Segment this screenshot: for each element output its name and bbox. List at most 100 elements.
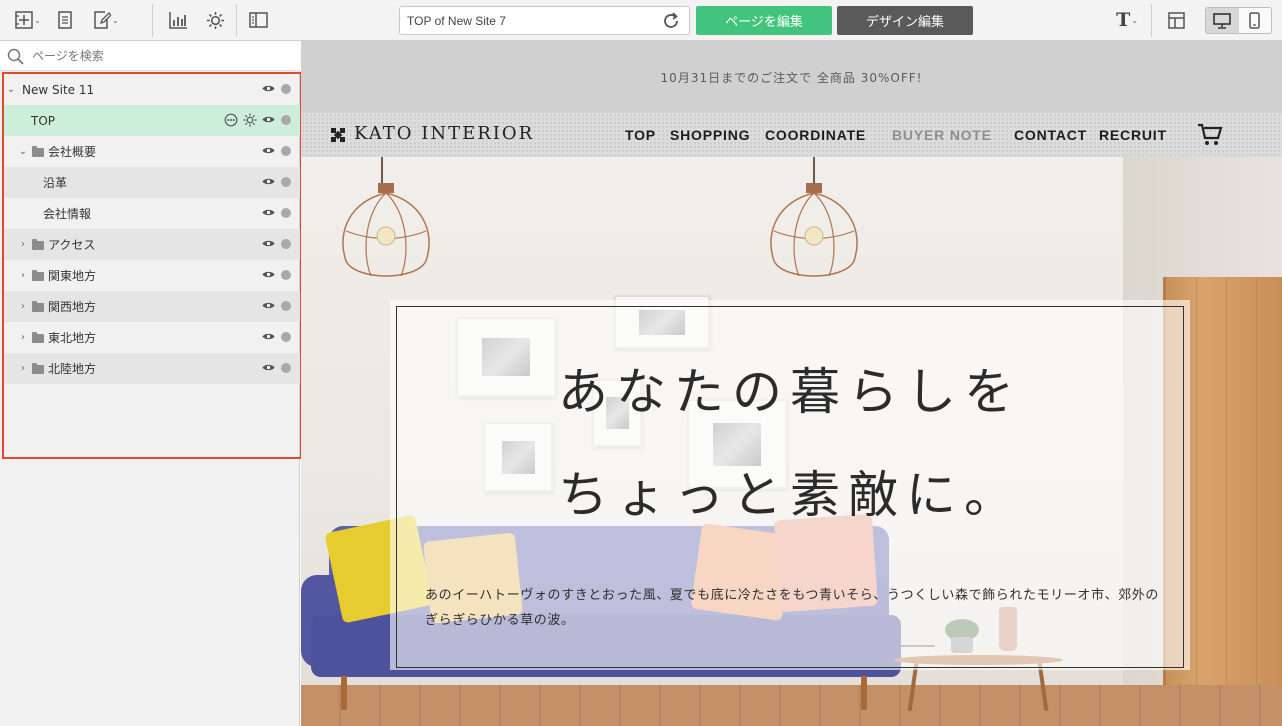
analytics-button[interactable]	[167, 8, 189, 32]
status-dot	[281, 208, 291, 218]
settings-icon	[206, 11, 224, 29]
analytics-icon	[168, 12, 187, 29]
tree-item-folder[interactable]: ⌄ 会社概要	[4, 136, 300, 167]
eye-icon[interactable]	[262, 208, 275, 217]
edit-page-icon	[94, 11, 112, 29]
search-input[interactable]	[32, 47, 292, 65]
chevron-down-icon: ⌄	[112, 15, 119, 25]
eye-icon[interactable]	[262, 115, 275, 124]
text-tool-button[interactable]: T ⌄	[1111, 8, 1143, 32]
eye-icon[interactable]	[262, 146, 275, 155]
folder-icon	[32, 301, 44, 312]
eye-icon[interactable]	[262, 84, 275, 93]
tree-item-folder[interactable]: › 関東地方	[4, 260, 300, 291]
site-logo[interactable]: KATO INTERIOR	[354, 123, 534, 144]
chevron-down-icon[interactable]: ⌄	[18, 146, 28, 157]
add-block-button[interactable]: ⌄	[12, 8, 44, 32]
hero-section: あなたの暮らしを ちょっと素敵に。 あのイーハトーヴォのすきとおった風、夏でも底…	[301, 157, 1282, 726]
folder-icon	[32, 363, 44, 374]
layout-button[interactable]	[1165, 8, 1187, 32]
settings-icon[interactable]	[243, 113, 257, 127]
folder-icon	[32, 332, 44, 343]
layout-icon	[1167, 11, 1185, 29]
chevron-right-icon[interactable]: ›	[18, 301, 28, 312]
page-search	[0, 41, 300, 71]
edit-design-button[interactable]: デザイン編集	[837, 6, 973, 35]
announcement-bar: 10月31日までのご注文で 全商品 30%OFF!	[301, 41, 1282, 113]
tree-item-top[interactable]: TOP	[4, 105, 300, 136]
chevron-down-icon: ⌄	[1131, 15, 1138, 25]
desktop-view-button[interactable]	[1206, 8, 1239, 33]
page-tree: ⌄ New Site 11 TOP ⌄ 会社概要 沿革 会社情報 › アクセス …	[2, 72, 302, 459]
site-header: KATO INTERIOR TOP SHOPPING COORDINATE BU…	[301, 113, 1282, 157]
hero-heading-line1: あなたの暮らしを	[558, 363, 1022, 421]
tree-item-folder[interactable]: › 北陸地方	[4, 353, 300, 384]
nav-recruit[interactable]: RECRUIT	[1099, 127, 1167, 143]
tree-item-label: TOP	[31, 113, 56, 128]
tree-item-label: 関西地方	[48, 300, 97, 314]
tree-item-label: 沿革	[43, 176, 68, 190]
sofa-leg	[861, 676, 867, 710]
chevron-right-icon[interactable]: ›	[18, 270, 28, 281]
tree-item-folder[interactable]: › 関西地方	[4, 291, 300, 322]
edit-page-settings-button[interactable]: ⌄	[91, 8, 121, 32]
eye-icon[interactable]	[262, 363, 275, 372]
cart-icon[interactable]	[1197, 123, 1223, 147]
search-icon	[7, 48, 24, 65]
nav-buyer-note[interactable]: BUYER NOTE	[892, 127, 992, 143]
folder-icon	[32, 146, 44, 157]
app-window: ⌄ ⌄ TOP of New Site 7 ページを編集 デザイン編集 T ⌄	[0, 0, 1282, 726]
tree-item-label: 会社情報	[43, 207, 92, 221]
sidebar-toggle-button[interactable]	[247, 8, 269, 32]
status-dot	[281, 146, 291, 156]
page-icon	[58, 11, 72, 29]
eye-icon[interactable]	[262, 301, 275, 310]
nav-coordinate[interactable]: COORDINATE	[765, 127, 866, 143]
chevron-right-icon[interactable]: ›	[18, 363, 28, 374]
add-block-icon	[15, 11, 33, 29]
options-icon[interactable]	[224, 113, 238, 127]
tree-item-label: 会社概要	[48, 145, 97, 159]
eye-icon[interactable]	[262, 177, 275, 186]
page-url-box[interactable]: TOP of New Site 7	[399, 6, 690, 35]
page-tree-sidebar: ⌄ New Site 11 TOP ⌄ 会社概要	[0, 41, 302, 726]
chevron-down-icon[interactable]: ⌄	[6, 84, 16, 95]
eye-icon[interactable]	[262, 270, 275, 279]
chevron-right-icon[interactable]: ›	[18, 332, 28, 343]
device-switcher	[1205, 7, 1272, 34]
pendant-lamp	[342, 183, 430, 277]
reload-icon[interactable]	[661, 11, 681, 31]
top-toolbar: ⌄ ⌄ TOP of New Site 7 ページを編集 デザイン編集 T ⌄	[0, 0, 1282, 41]
tree-item-folder[interactable]: › 東北地方	[4, 322, 300, 353]
eye-icon[interactable]	[262, 239, 275, 248]
mobile-view-button[interactable]	[1239, 8, 1272, 33]
desktop-icon	[1213, 12, 1232, 29]
chevron-right-icon[interactable]: ›	[18, 239, 28, 250]
nav-shopping[interactable]: SHOPPING	[670, 127, 750, 143]
nav-top[interactable]: TOP	[625, 127, 656, 143]
tree-item-folder[interactable]: › アクセス	[4, 229, 300, 260]
site-preview[interactable]: 10月31日までのご注文で 全商品 30%OFF! KATO INTERIOR …	[301, 41, 1282, 726]
edit-page-button[interactable]: ページを編集	[696, 6, 832, 35]
eye-icon[interactable]	[262, 332, 275, 341]
status-dot	[281, 239, 291, 249]
tree-item-site[interactable]: ⌄ New Site 11	[4, 74, 300, 105]
status-dot	[281, 363, 291, 373]
site-settings-button[interactable]	[204, 8, 226, 32]
chevron-down-icon: ⌄	[34, 15, 41, 25]
folder-icon	[32, 239, 44, 250]
hero-text-box[interactable]: あなたの暮らしを ちょっと素敵に。 あのイーハトーヴォのすきとおった風、夏でも底…	[390, 300, 1190, 670]
tree-item-label: New Site 11	[22, 82, 95, 97]
tree-item-page[interactable]: 沿革	[4, 167, 300, 198]
sofa-leg	[341, 676, 347, 710]
tree-item-page[interactable]: 会社情報	[4, 198, 300, 229]
mobile-icon	[1249, 12, 1260, 29]
status-dot	[281, 301, 291, 311]
page-url-text: TOP of New Site 7	[407, 14, 506, 28]
nav-contact[interactable]: CONTACT	[1014, 127, 1087, 143]
floor-decoration	[301, 685, 1282, 726]
toolbar-divider	[152, 4, 153, 37]
page-button[interactable]	[55, 8, 75, 32]
pendant-lamp	[770, 183, 858, 277]
tree-item-label: 北陸地方	[48, 362, 97, 376]
